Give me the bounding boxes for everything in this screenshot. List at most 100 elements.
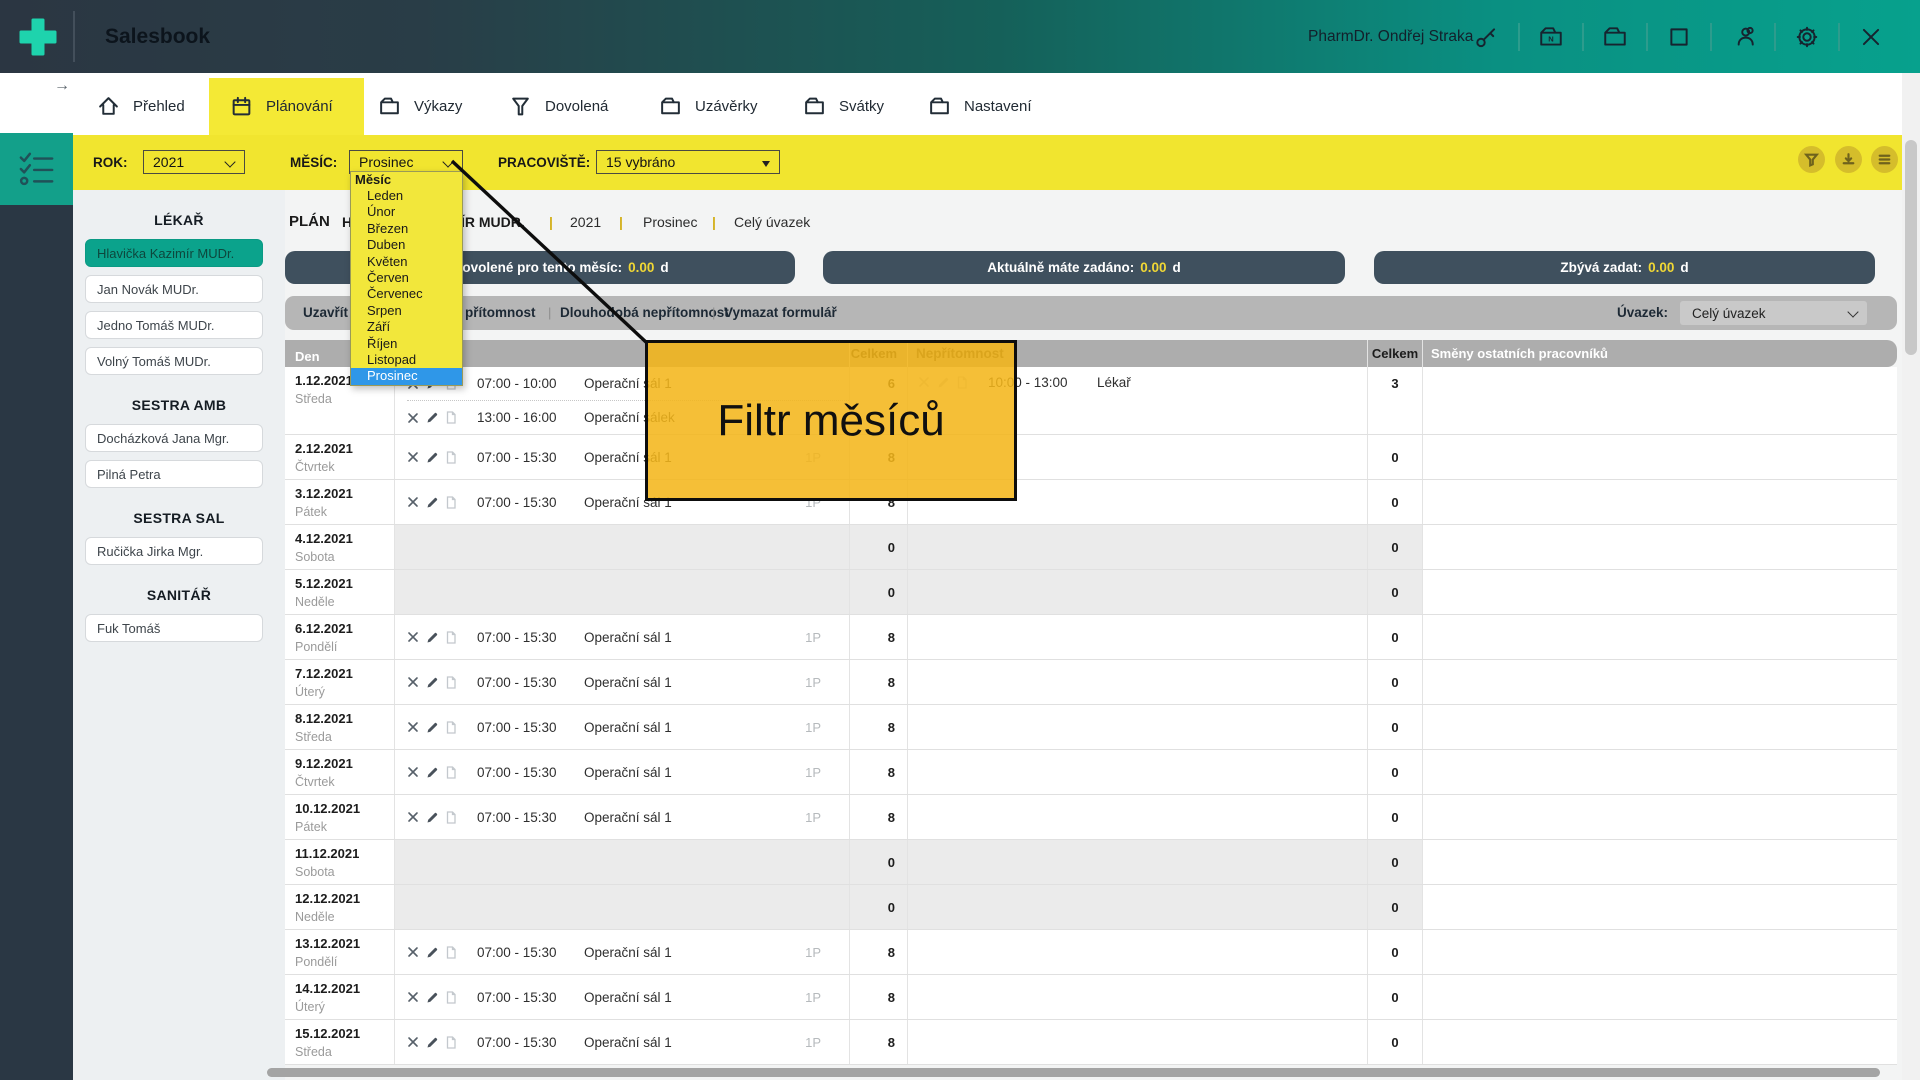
folder-icon[interactable] [1593,15,1637,59]
sidebar-toggle-panel[interactable] [0,133,73,205]
delete-icon[interactable] [407,810,421,824]
shifts-cell[interactable]: 07:00 - 15:30Operační sál 11P [395,795,850,839]
absence-cell[interactable] [908,705,1368,749]
close-month-action[interactable]: Uzavřít [303,296,348,330]
edit-icon[interactable] [426,810,440,824]
delete-icon[interactable] [407,411,421,425]
absence-cell[interactable] [908,840,1368,884]
delete-icon[interactable] [407,495,421,509]
sidebar-item-person[interactable]: Ručička Jirka Mgr. [85,537,263,565]
copy-icon[interactable] [445,630,459,644]
sidebar-item-person[interactable]: Fuk Tomáš [85,614,263,642]
filter-icon[interactable] [1798,146,1825,173]
sidebar-item-person[interactable]: Volný Tomáš MUDr. [85,347,263,375]
month-option[interactable]: Březen [351,221,462,237]
sidebar-item-person[interactable]: Jedno Tomáš MUDr. [85,311,263,339]
sidebar-item-person[interactable]: Jan Novák MUDr. [85,275,263,303]
copy-icon[interactable] [445,1035,459,1049]
sidebar-item-person[interactable]: Pilná Petra [85,460,263,488]
edit-icon[interactable] [426,495,440,509]
window-icon[interactable] [1657,15,1701,59]
edit-icon[interactable] [426,765,440,779]
copy-icon[interactable] [445,495,459,509]
edit-icon[interactable] [426,411,440,425]
close-icon[interactable] [1849,15,1893,59]
users-icon[interactable] [1721,15,1765,59]
shifts-cell[interactable] [395,570,850,614]
shifts-cell[interactable] [395,525,850,569]
delete-icon[interactable] [407,945,421,959]
absence-cell[interactable] [908,615,1368,659]
shifts-cell[interactable]: 07:00 - 15:30Operační sál 11P [395,660,850,704]
delete-icon[interactable] [407,630,421,644]
copy-icon[interactable] [445,765,459,779]
tab-svatky[interactable]: Svátky [803,78,884,135]
absence-cell[interactable] [908,660,1368,704]
copy-icon[interactable] [445,450,459,464]
shifts-cell[interactable]: 07:00 - 15:30Operační sál 11P [395,1020,850,1064]
edit-icon[interactable] [426,630,440,644]
copy-icon[interactable] [445,990,459,1004]
month-option[interactable]: Listopad [351,352,462,368]
tab-nastaveni[interactable]: Nastavení [928,78,1032,135]
tab-uzaverky[interactable]: Uzávěrky [659,78,758,135]
key-icon[interactable] [1465,15,1509,59]
export-icon[interactable] [1835,146,1862,173]
edit-icon[interactable] [426,720,440,734]
longterm-absence-action[interactable]: Dlouhodobá nepřítomnost [560,296,729,330]
month-option[interactable]: Prosinec [351,368,462,384]
delete-icon[interactable] [407,675,421,689]
menu-icon[interactable] [1871,146,1898,173]
settings-icon[interactable] [1785,15,1829,59]
absence-cell[interactable] [908,1020,1368,1064]
shifts-cell[interactable] [395,885,850,929]
absence-cell[interactable] [908,525,1368,569]
delete-icon[interactable] [407,765,421,779]
edit-icon[interactable] [426,945,440,959]
month-option[interactable]: Červen [351,270,462,286]
absence-cell[interactable] [908,930,1368,974]
tab-dovolena[interactable]: Dovolená [509,78,608,135]
absence-cell[interactable] [908,885,1368,929]
delete-icon[interactable] [407,450,421,464]
month-option[interactable]: Červenec [351,286,462,302]
delete-icon[interactable] [407,720,421,734]
edit-icon[interactable] [426,675,440,689]
horizontal-scrollbar-thumb[interactable] [267,1068,1880,1077]
month-option[interactable]: Únor [351,204,462,220]
month-option[interactable]: Srpen [351,303,462,319]
shifts-cell[interactable] [395,840,850,884]
absence-cell[interactable] [908,750,1368,794]
shifts-cell[interactable]: 07:00 - 15:30Operační sál 11P [395,750,850,794]
clear-form-action[interactable]: Vymazat formulář [724,296,837,330]
month-option[interactable]: Říjen [351,336,462,352]
month-option-placeholder[interactable]: Měsíc [351,172,462,188]
uvazek-select[interactable]: Celý úvazek [1680,301,1867,325]
tab-prehled[interactable]: Přehled [97,78,185,135]
shifts-cell[interactable]: 07:00 - 15:30Operační sál 11P [395,705,850,749]
absence-cell[interactable] [908,795,1368,839]
folder-new-icon[interactable]: N [1529,15,1573,59]
shifts-cell[interactable]: 07:00 - 15:30Operační sál 11P [395,615,850,659]
tab-planovani[interactable]: Plánování [230,78,333,135]
delete-icon[interactable] [407,1035,421,1049]
tab-vykazy[interactable]: Výkazy [378,78,462,135]
copy-icon[interactable] [445,411,459,425]
month-option[interactable]: Září [351,319,462,335]
copy-icon[interactable] [445,945,459,959]
month-option[interactable]: Květen [351,254,462,270]
collapse-arrow-icon[interactable]: → [54,77,70,95]
copy-icon[interactable] [445,720,459,734]
vertical-scrollbar-thumb[interactable] [1905,140,1917,355]
month-option[interactable]: Duben [351,237,462,253]
copy-icon[interactable] [445,675,459,689]
user-name[interactable]: PharmDr. Ondřej Straka [1308,0,1473,73]
delete-icon[interactable] [407,990,421,1004]
pracoviste-select[interactable]: 15 vybráno [596,150,780,174]
edit-icon[interactable] [426,1035,440,1049]
edit-icon[interactable] [426,990,440,1004]
absence-cell[interactable] [908,570,1368,614]
rok-select[interactable]: 2021 [143,150,245,174]
absence-cell[interactable] [908,975,1368,1019]
edit-icon[interactable] [426,450,440,464]
